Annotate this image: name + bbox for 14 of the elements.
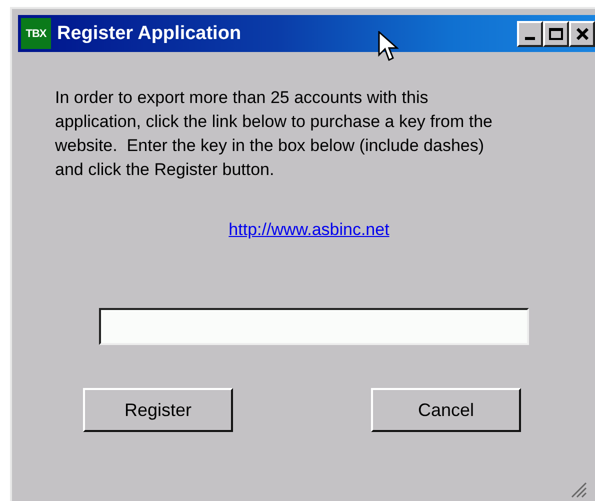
window-title: Register Application: [57, 22, 242, 44]
website-link[interactable]: http://www.asbinc.net: [228, 220, 390, 240]
close-icon: [576, 28, 588, 40]
cancel-button[interactable]: Cancel: [371, 388, 521, 432]
app-icon: TBX: [21, 18, 51, 49]
minimize-icon: [525, 37, 535, 40]
register-button[interactable]: Register: [83, 388, 233, 432]
maximize-button[interactable]: [543, 20, 569, 46]
maximize-icon: [549, 28, 563, 40]
mouse-cursor-icon: [378, 31, 400, 63]
key-input-field[interactable]: [99, 308, 529, 345]
minimize-button[interactable]: [517, 20, 543, 46]
instructions-text: In order to export more than 25 accounts with this application, click the link below to purchase a key from the website. Enter the key in the box below (include dashes) and click the Register button.: [55, 87, 494, 181]
close-button[interactable]: [569, 20, 595, 46]
